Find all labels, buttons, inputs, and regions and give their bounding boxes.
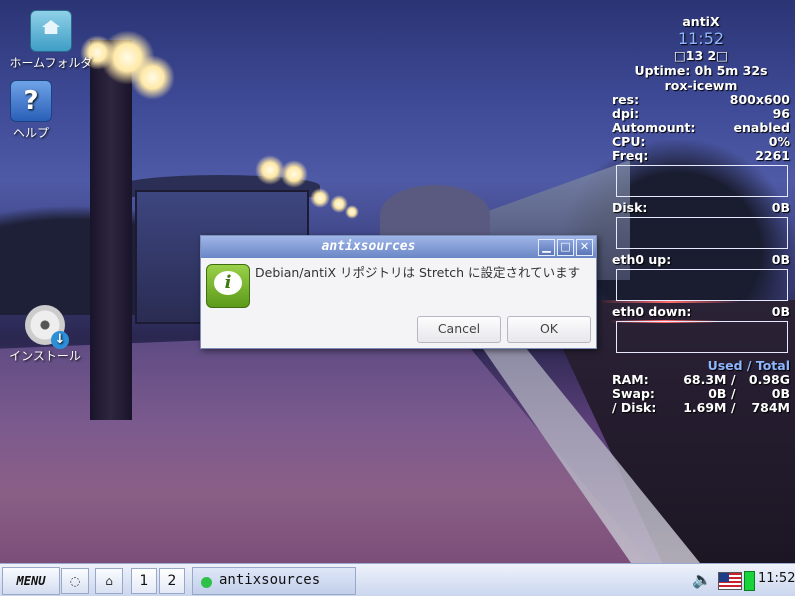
conky-disk-row: Disk: 0B xyxy=(612,201,790,215)
stat-value: 0% xyxy=(768,134,790,149)
memory-row: / Disk: 1.69M/ 784M xyxy=(612,401,790,415)
desktop-icon-label: ホームフォルダ xyxy=(9,56,93,70)
conky-eth-up-row: eth0 up: 0B xyxy=(612,253,790,267)
stat-label: Disk: xyxy=(612,200,648,215)
conky-stat-row: Freq: 2261 xyxy=(612,149,790,163)
conky-clock: 11:52 xyxy=(677,29,725,48)
stat-value: 0B xyxy=(771,304,790,319)
stat-label: eth0 down: xyxy=(612,304,692,319)
conky-date: □13 2□ xyxy=(673,48,729,63)
app-status-icon xyxy=(201,577,212,588)
stat-label: dpi: xyxy=(612,106,640,121)
memory-total: 0.98G xyxy=(748,372,790,387)
battery-icon[interactable] xyxy=(744,571,755,591)
conky-stat-row: CPU: 0% xyxy=(612,135,790,149)
memory-label: RAM: xyxy=(612,372,649,387)
dialog-title: antixsources xyxy=(321,239,416,254)
eth-down-graph xyxy=(616,321,788,353)
install-disc-icon xyxy=(25,305,69,349)
desktop-icon-install[interactable]: インストール xyxy=(0,305,93,364)
stat-value: 800x600 xyxy=(729,92,790,107)
ok-button[interactable]: OK xyxy=(507,316,591,343)
conky-eth-down-row: eth0 down: 0B xyxy=(612,305,790,319)
info-icon: i xyxy=(206,264,250,308)
memory-used: 1.69M xyxy=(683,400,727,415)
taskbar-item-antixsources[interactable]: antixsources xyxy=(192,567,356,595)
wallpaper-lamp xyxy=(130,55,175,100)
wallpaper-lamp xyxy=(345,205,359,219)
maximize-icon[interactable]: □ xyxy=(557,239,574,256)
stat-value: 2261 xyxy=(755,148,790,163)
tray-clock[interactable]: 11:52 xyxy=(758,571,795,586)
stat-value: enabled xyxy=(733,120,790,135)
stat-label: CPU: xyxy=(612,134,646,149)
volume-icon[interactable]: 🔈 xyxy=(692,570,712,589)
memory-label: Swap: xyxy=(612,386,655,401)
wallpaper-lamp xyxy=(280,160,308,188)
taskbar-item-label: antixsources xyxy=(219,572,321,588)
desktop-icon-help[interactable]: ? ヘルプ xyxy=(0,80,79,141)
disk-graph xyxy=(616,217,788,249)
used-total-header: Used / Total xyxy=(707,358,790,373)
memory-total: 0B xyxy=(771,386,790,401)
conky-system-monitor: antiX 11:52 □13 2□ Uptime: 0h 5m 32s rox… xyxy=(612,14,790,415)
conky-window-manager: rox-icewm xyxy=(664,78,738,93)
memory-sep: / xyxy=(730,386,736,401)
cancel-button[interactable]: Cancel xyxy=(417,316,501,343)
memory-sep: / xyxy=(730,372,736,387)
conky-stat-row: dpi: 96 xyxy=(612,107,790,121)
stat-value: 96 xyxy=(772,106,790,121)
dialog-titlebar[interactable]: antixsources ▁ □ ✕ xyxy=(201,236,596,258)
desktop-icon-home-folder[interactable]: ホームフォルダ xyxy=(3,10,99,71)
help-icon: ? xyxy=(10,80,52,122)
home-folder-icon xyxy=(30,10,72,52)
memory-used: 0B xyxy=(708,386,727,401)
show-desktop-icon[interactable]: ◌ xyxy=(61,568,89,594)
stat-label: eth0 up: xyxy=(612,252,672,267)
file-manager-icon[interactable]: ⌂ xyxy=(95,568,123,594)
conky-hostname: antiX xyxy=(682,14,720,29)
desktop-icon-label: ヘルプ xyxy=(12,126,49,140)
memory-label: / Disk: xyxy=(612,400,657,415)
taskbar: MENU ◌ ⌂ 1 2 antixsources 🔈 11:52 xyxy=(0,563,795,596)
memory-sep: / xyxy=(730,400,736,415)
desktop-icon-label: インストール xyxy=(9,349,81,363)
stat-value: 0B xyxy=(771,252,790,267)
stat-label: Freq: xyxy=(612,148,649,163)
wallpaper-lamp-post xyxy=(90,40,132,420)
eth-up-graph xyxy=(616,269,788,301)
memory-total: 784M xyxy=(751,400,790,415)
stat-label: res: xyxy=(612,92,640,107)
dialog-message: Debian/antiX リポジトリは Stretch に設定されています xyxy=(255,265,581,280)
workspace-2-button[interactable]: 2 xyxy=(159,568,185,594)
keyboard-layout-flag-icon[interactable] xyxy=(718,572,742,590)
cpu-graph xyxy=(616,165,788,197)
close-icon[interactable]: ✕ xyxy=(576,239,593,256)
memory-row: RAM: 68.3M/ 0.98G xyxy=(612,373,790,387)
minimize-icon[interactable]: ▁ xyxy=(538,239,555,256)
conky-uptime: Uptime: 0h 5m 32s xyxy=(634,63,768,78)
stat-label: Automount: xyxy=(612,120,696,135)
wallpaper-lamp xyxy=(310,188,330,208)
conky-stat-row: Automount: enabled xyxy=(612,121,790,135)
memory-row: Swap: 0B/0B xyxy=(612,387,790,401)
antixsources-dialog: antixsources ▁ □ ✕ i Debian/antiX リポジトリは… xyxy=(200,235,597,349)
stat-value: 0B xyxy=(771,200,790,215)
conky-stat-row: res: 800x600 xyxy=(612,93,790,107)
info-glyph: i xyxy=(214,271,242,295)
menu-button[interactable]: MENU xyxy=(2,567,60,595)
memory-used: 68.3M xyxy=(683,372,727,387)
workspace-1-button[interactable]: 1 xyxy=(131,568,157,594)
